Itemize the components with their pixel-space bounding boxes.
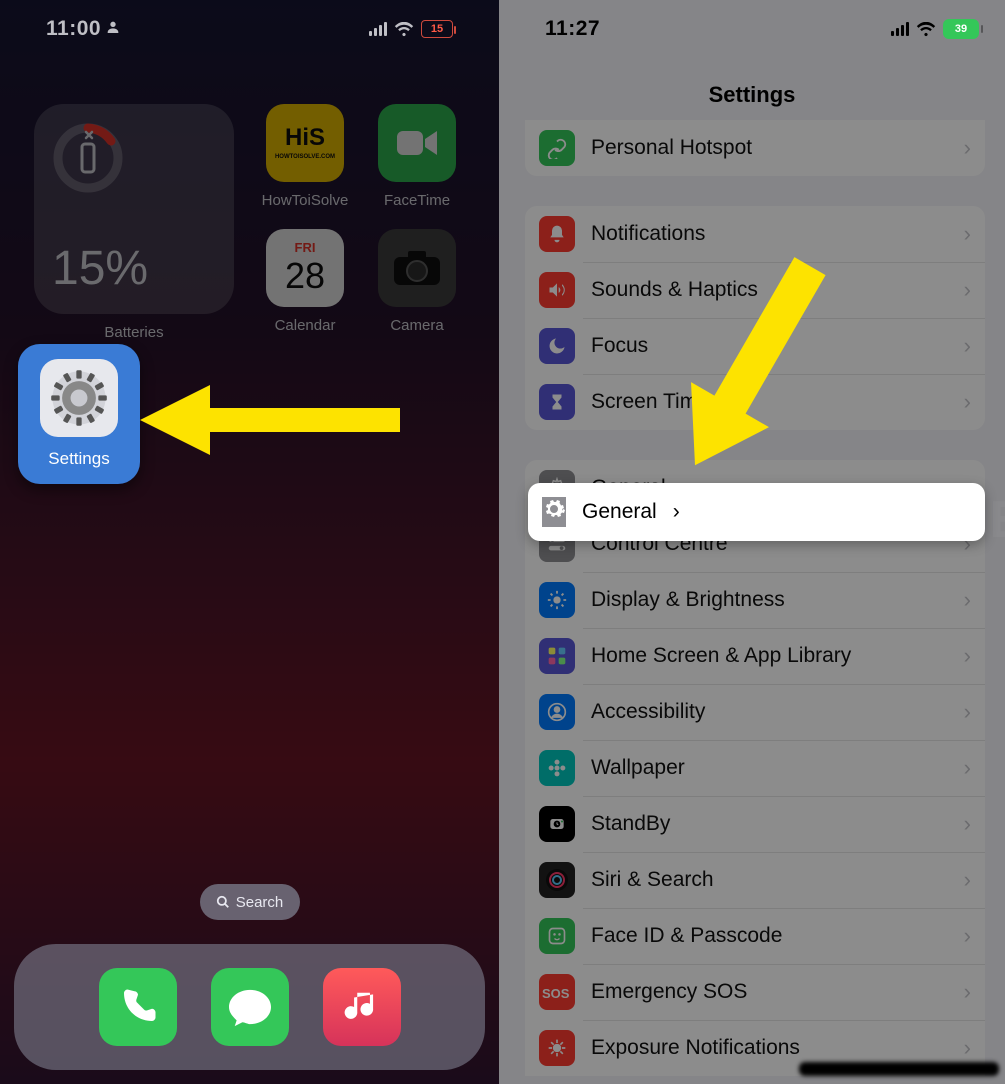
- sun-icon: [539, 582, 575, 618]
- siri-icon: [539, 862, 575, 898]
- settings-row-display-brightness[interactable]: Display & Brightness ›: [525, 572, 985, 628]
- settings-row-face-id[interactable]: Face ID & Passcode ›: [525, 908, 985, 964]
- row-label: Exposure Notifications: [591, 1036, 800, 1060]
- camera-app-icon[interactable]: [378, 229, 456, 307]
- home-screen-pane: 11:00 15: [0, 0, 499, 1084]
- hourglass-icon: [539, 384, 575, 420]
- chevron-right-icon: ›: [964, 643, 971, 669]
- battery-level: 15: [431, 23, 443, 35]
- howtoisolve-label: HowToiSolve: [262, 192, 349, 209]
- search-label: Search: [236, 894, 284, 911]
- chevron-right-icon: ›: [964, 221, 971, 247]
- signal-icon: [891, 22, 910, 36]
- signal-icon: [369, 22, 388, 36]
- svg-text:SOS: SOS: [542, 986, 570, 1001]
- virus-icon: [539, 1030, 575, 1066]
- callout-arrow-left: [140, 380, 400, 465]
- calendar-day: FRI: [295, 240, 316, 255]
- status-time: 11:27: [545, 17, 600, 41]
- phone-app-icon[interactable]: [99, 968, 177, 1046]
- settings-row-siri-search[interactable]: Siri & Search ›: [525, 852, 985, 908]
- settings-label: Settings: [48, 449, 109, 469]
- settings-row-standby[interactable]: StandBy ›: [525, 796, 985, 852]
- settings-app-tile[interactable]: Settings: [18, 344, 140, 484]
- calendar-app-icon[interactable]: FRI 28: [266, 229, 344, 307]
- wifi-icon: [394, 22, 414, 36]
- chevron-right-icon: ›: [964, 277, 971, 303]
- chevron-right-icon: ›: [964, 979, 971, 1005]
- profile-indicator-icon: [105, 19, 121, 40]
- messages-app-icon[interactable]: [211, 968, 289, 1046]
- chevron-right-icon: ›: [964, 811, 971, 837]
- facetime-label: FaceTime: [384, 192, 450, 209]
- callout-arrow-right: [650, 240, 850, 505]
- facetime-app-icon[interactable]: [378, 104, 456, 182]
- calendar-date: 28: [285, 255, 325, 297]
- row-label: Accessibility: [591, 700, 705, 724]
- status-time: 11:00: [46, 17, 101, 41]
- status-bar: 11:27 39: [499, 0, 1005, 58]
- chevron-right-icon: ›: [964, 699, 971, 725]
- settings-list-pane: 11:27 39 Settings Personal Hotspot›Notif…: [499, 0, 1005, 1084]
- row-label: Display & Brightness: [591, 588, 785, 612]
- general-label: General: [582, 500, 657, 524]
- link-icon: [539, 130, 575, 166]
- row-label: Emergency SOS: [591, 980, 747, 1004]
- chevron-right-icon: ›: [964, 135, 971, 161]
- chevron-right-icon: ›: [964, 923, 971, 949]
- person-icon: [539, 694, 575, 730]
- settings-row-wallpaper[interactable]: Wallpaper ›: [525, 740, 985, 796]
- row-label: Siri & Search: [591, 868, 714, 892]
- search-button[interactable]: Search: [200, 884, 300, 920]
- chevron-right-icon: ›: [964, 389, 971, 415]
- flower-icon: [539, 750, 575, 786]
- settings-row-emergency-sos[interactable]: SOS Emergency SOS ›: [525, 964, 985, 1020]
- speaker-icon: [539, 272, 575, 308]
- chevron-right-icon: ›: [964, 333, 971, 359]
- sos-icon: SOS: [539, 974, 575, 1010]
- settings-app-icon: [40, 359, 118, 437]
- chevron-right-icon: ›: [964, 587, 971, 613]
- chevron-right-icon: ›: [964, 867, 971, 893]
- home-grid: 15% Batteries HiSHOWTOISOLVE.COM HowToiS…: [34, 104, 465, 341]
- battery-icon: 15: [421, 20, 453, 38]
- row-label: Home Screen & App Library: [591, 644, 851, 668]
- music-app-icon[interactable]: [323, 968, 401, 1046]
- row-label: Face ID & Passcode: [591, 924, 782, 948]
- camera-label: Camera: [390, 317, 443, 334]
- status-bar: 11:00 15: [0, 0, 499, 58]
- settings-row-accessibility[interactable]: Accessibility ›: [525, 684, 985, 740]
- face-icon: [539, 918, 575, 954]
- row-label: StandBy: [591, 812, 670, 836]
- gear-icon: [542, 497, 566, 527]
- wifi-icon: [916, 22, 936, 36]
- chevron-right-icon: ›: [964, 1035, 971, 1061]
- battery-level: 39: [955, 23, 967, 35]
- howtoisolve-app-icon[interactable]: HiSHOWTOISOLVE.COM: [266, 104, 344, 182]
- battery-icon: 39: [943, 19, 979, 39]
- clock-icon: [539, 806, 575, 842]
- battery-widget[interactable]: 15%: [34, 104, 234, 314]
- redaction-bar: [799, 1062, 999, 1076]
- calendar-label: Calendar: [275, 317, 336, 334]
- row-label: Personal Hotspot: [591, 136, 752, 160]
- dock: [14, 944, 485, 1070]
- settings-row-home-screen[interactable]: Home Screen & App Library ›: [525, 628, 985, 684]
- battery-percent: 15%: [52, 241, 216, 296]
- bell-icon: [539, 216, 575, 252]
- moon-icon: [539, 328, 575, 364]
- settings-row-personal-hotspot[interactable]: Personal Hotspot ›: [525, 120, 985, 176]
- battery-ring-icon: [52, 122, 124, 194]
- battery-widget-label: Batteries: [34, 324, 234, 341]
- row-label: Wallpaper: [591, 756, 685, 780]
- row-label: Focus: [591, 334, 648, 358]
- grid-icon: [539, 638, 575, 674]
- chevron-right-icon: ›: [964, 755, 971, 781]
- page-title: Settings: [499, 82, 1005, 108]
- search-icon: [216, 895, 230, 909]
